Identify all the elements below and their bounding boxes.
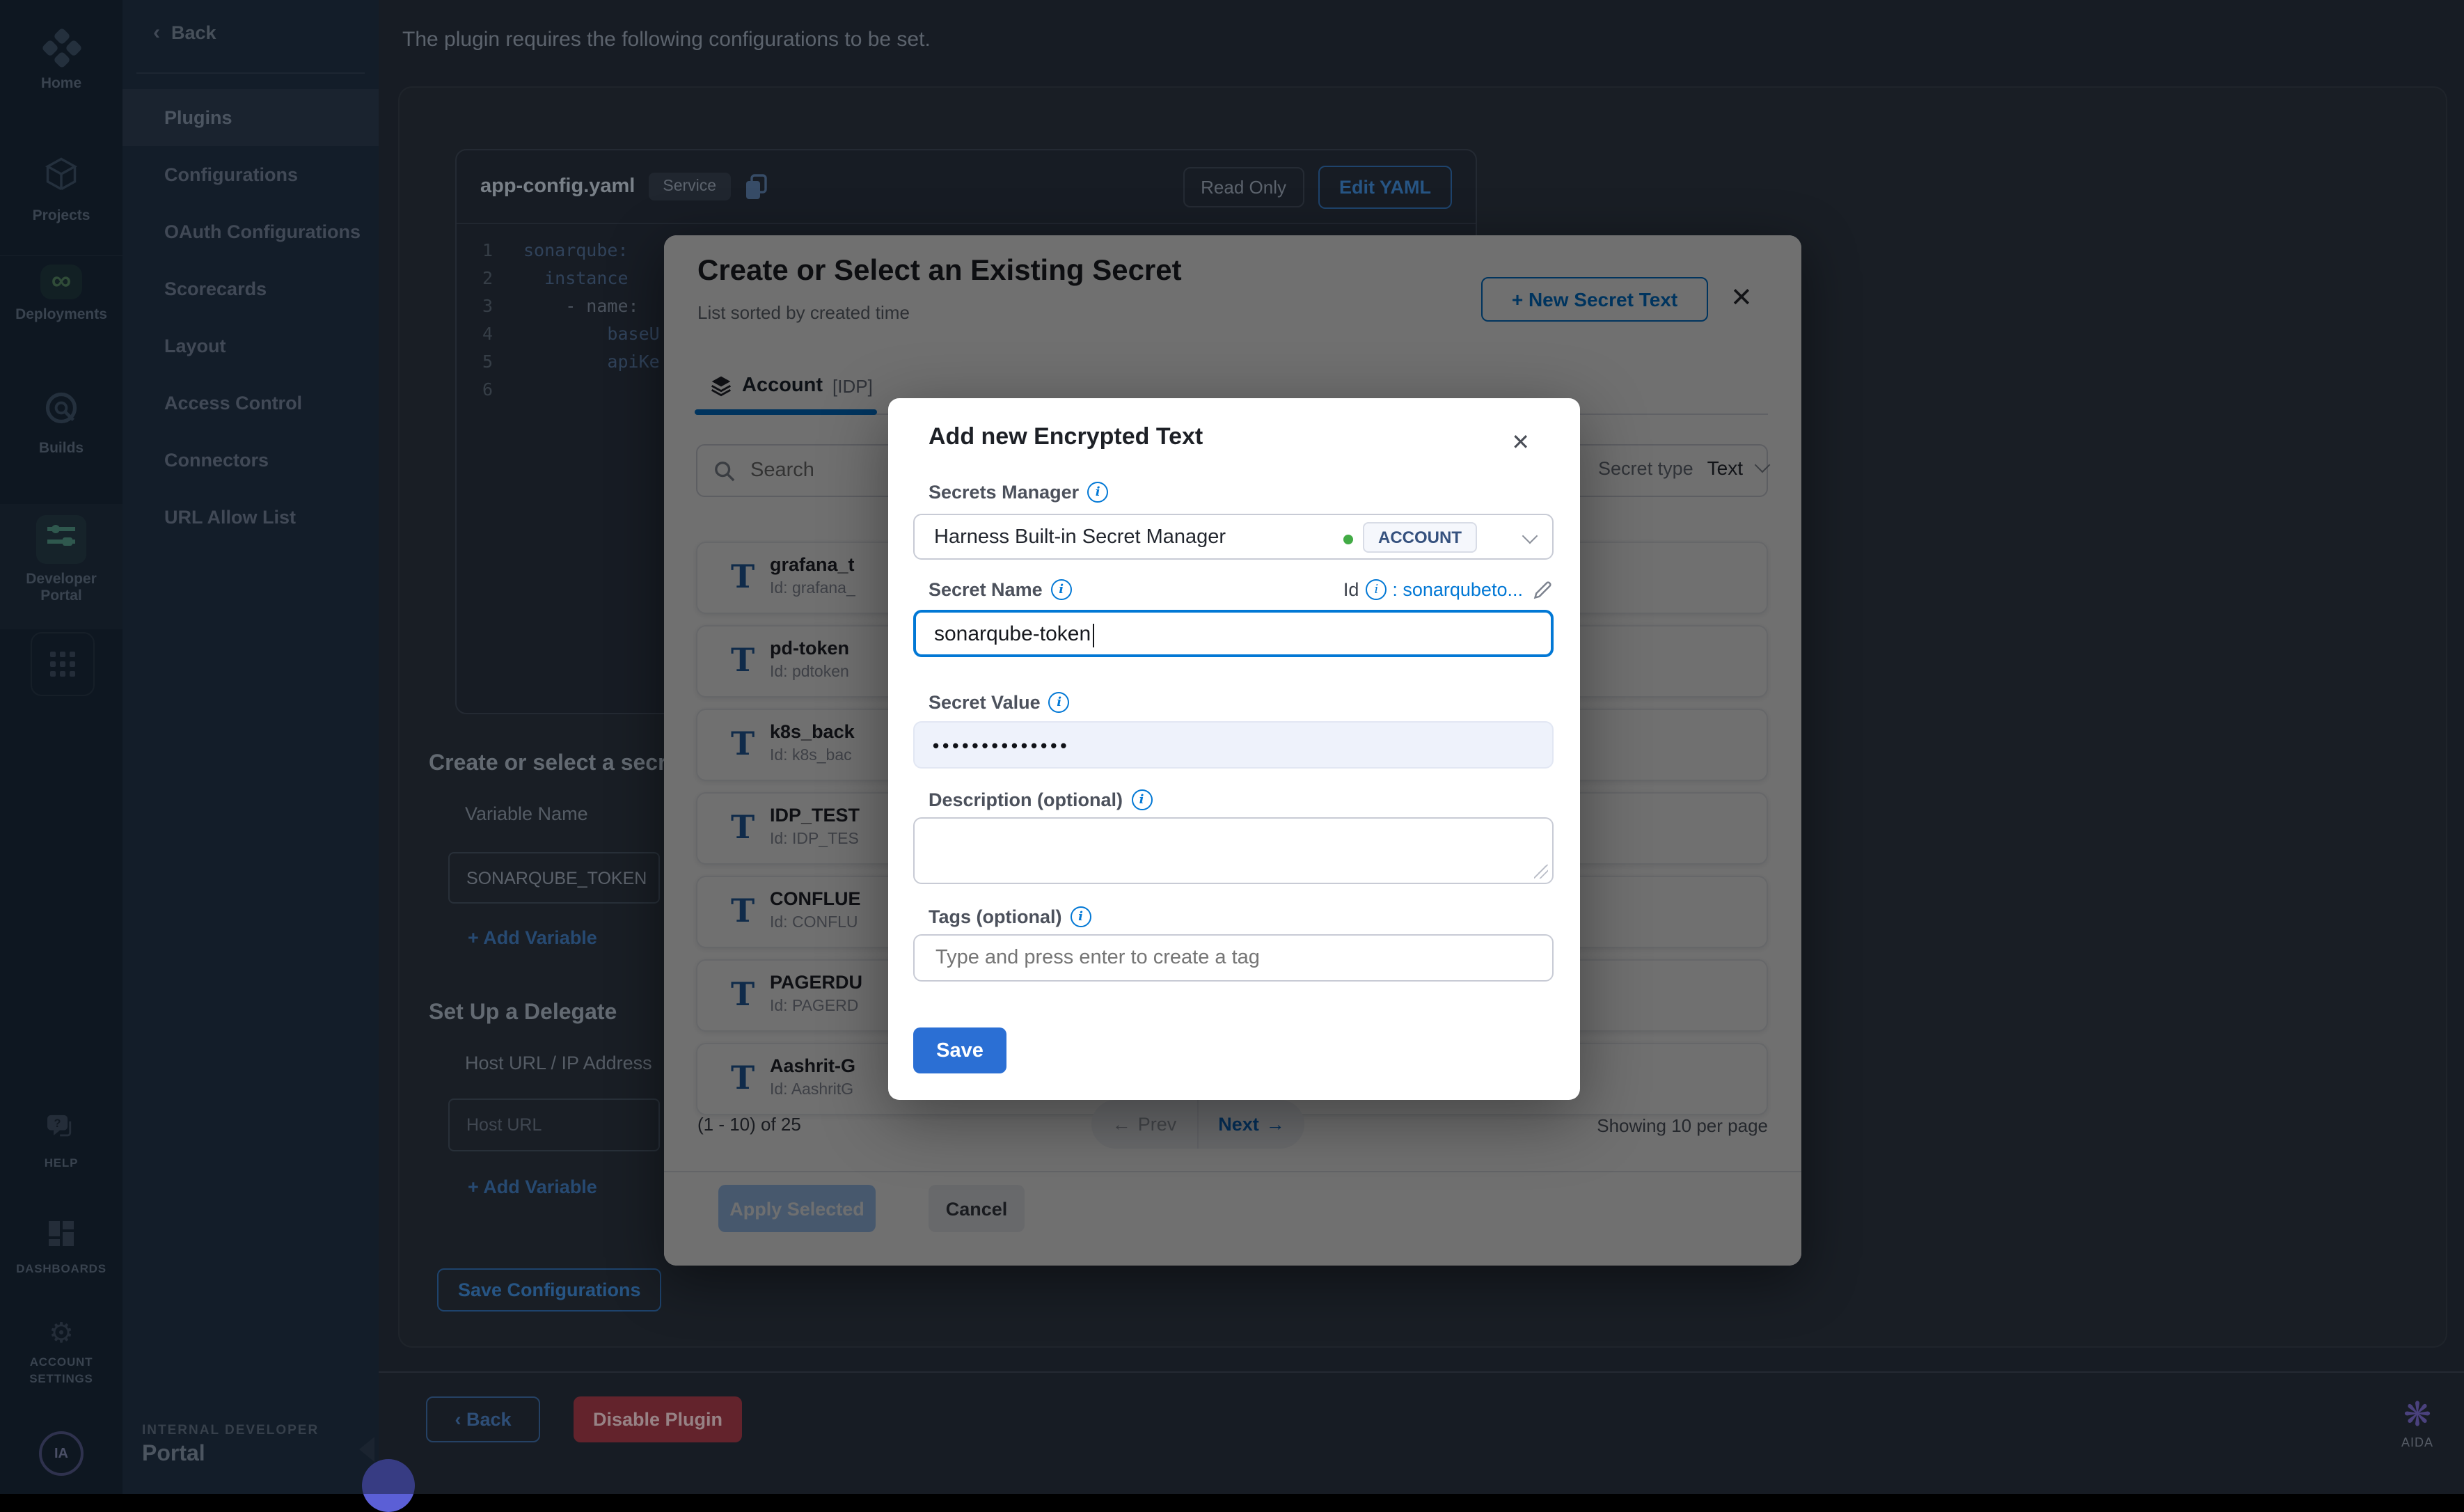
tags-input[interactable]: [933, 945, 1534, 970]
info-icon[interactable]: i: [1087, 482, 1108, 503]
info-icon[interactable]: i: [1051, 579, 1072, 600]
secret-value-input[interactable]: ••••••••••••••: [913, 721, 1554, 769]
app-window: Home Projects ∞ Deployments Builds Devel…: [0, 0, 2464, 1494]
save-button[interactable]: Save: [913, 1027, 1006, 1073]
info-icon[interactable]: i: [1366, 579, 1387, 600]
secret-name-label: Secret Namei: [929, 579, 1072, 600]
secret-id-value: : sonarqubeto...: [1392, 579, 1523, 600]
chevron-down-icon: [1522, 528, 1538, 544]
secret-id-row: Id i : sonarqubeto...: [1343, 579, 1552, 600]
secret-name-input[interactable]: sonarqube-token: [913, 610, 1554, 657]
tags-label: Tags (optional)i: [929, 906, 1091, 927]
status-dot: [1343, 535, 1353, 544]
secret-value-label: Secret Valuei: [929, 692, 1070, 713]
secrets-manager-select[interactable]: Harness Built-in Secret Manager ACCOUNT: [913, 514, 1554, 560]
description-label: Description (optional)i: [929, 789, 1152, 810]
close-icon[interactable]: ✕: [1511, 429, 1530, 457]
tags-input-wrap: [913, 934, 1554, 982]
text-cursor: [1092, 623, 1094, 647]
info-icon[interactable]: i: [1131, 789, 1152, 810]
secrets-manager-label: Secrets Manageri: [929, 482, 1108, 503]
description-textarea[interactable]: [913, 817, 1554, 884]
info-icon[interactable]: i: [1049, 692, 1070, 713]
edit-pencil-icon[interactable]: [1533, 580, 1552, 599]
info-icon[interactable]: i: [1071, 906, 1091, 927]
resize-handle-icon[interactable]: [1534, 865, 1548, 879]
add-encrypted-text-modal: Add new Encrypted Text ✕ Secrets Manager…: [888, 398, 1580, 1100]
scope-badge: ACCOUNT: [1363, 522, 1477, 553]
modal-title: Add new Encrypted Text: [929, 423, 1203, 451]
